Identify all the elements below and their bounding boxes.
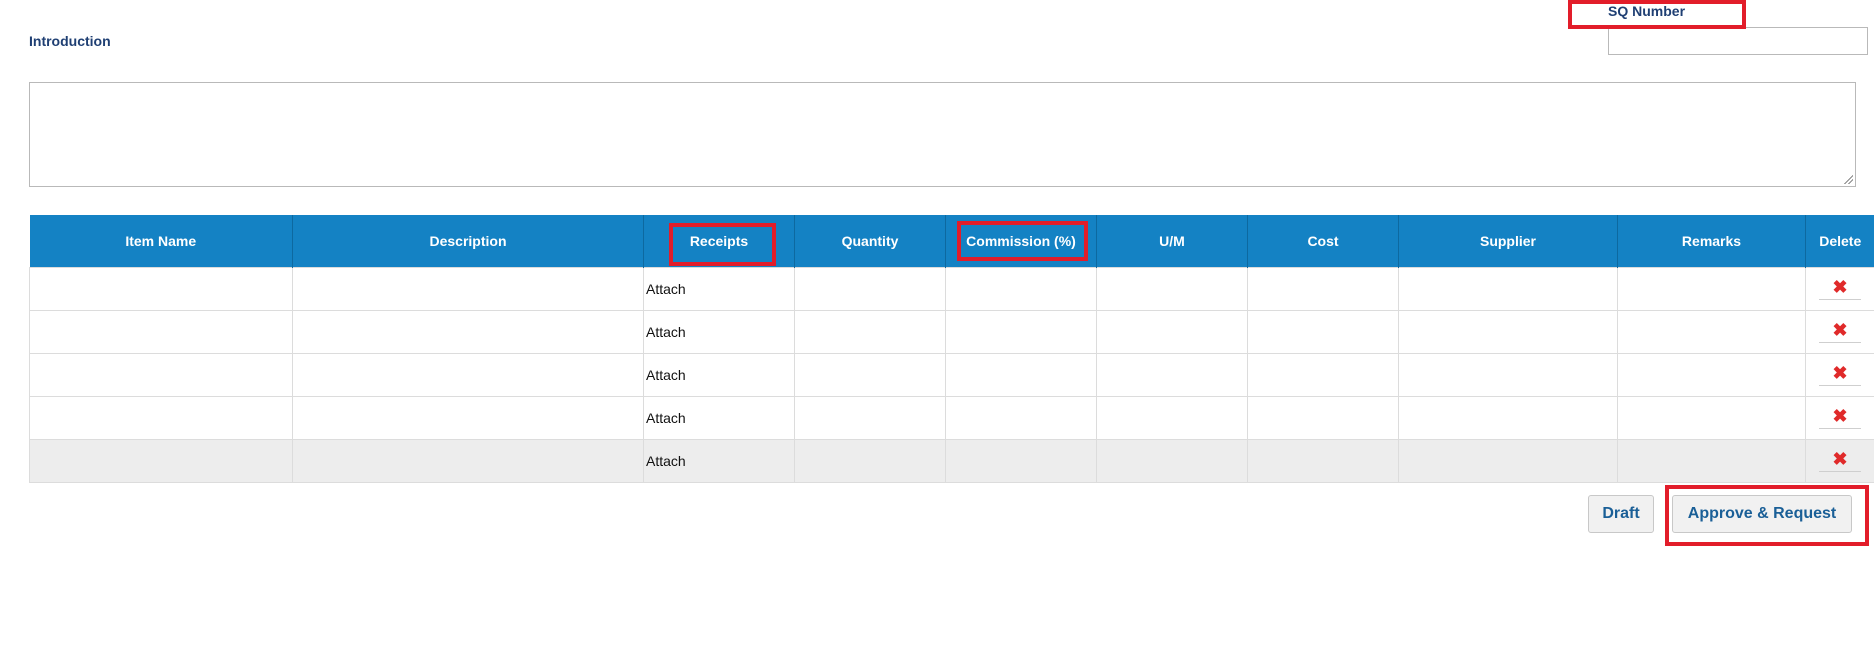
header-item-name: Item Name — [29, 215, 293, 268]
delete-cell: ✖ — [1805, 439, 1874, 483]
close-icon[interactable]: ✖ — [1819, 321, 1861, 343]
header-commission: Commission (%) — [945, 215, 1097, 268]
introduction-label: Introduction — [29, 33, 111, 49]
delete-cell: ✖ — [1805, 310, 1874, 354]
close-icon[interactable]: ✖ — [1819, 450, 1861, 472]
item-name-cell[interactable] — [29, 396, 293, 440]
item-name-cell[interactable] — [29, 353, 293, 397]
supplier-cell[interactable] — [1398, 353, 1618, 397]
um-cell[interactable] — [1096, 353, 1248, 397]
cost-cell[interactable] — [1247, 353, 1399, 397]
close-icon[interactable]: ✖ — [1819, 407, 1861, 429]
description-cell[interactable] — [292, 439, 644, 483]
remarks-cell[interactable] — [1617, 267, 1806, 311]
attach-link[interactable]: Attach — [643, 267, 795, 311]
remarks-cell[interactable] — [1617, 353, 1806, 397]
header-quantity: Quantity — [794, 215, 946, 268]
table-row: Attach ✖ — [29, 267, 1874, 311]
remarks-cell[interactable] — [1617, 310, 1806, 354]
remarks-cell[interactable] — [1617, 439, 1806, 483]
attach-link[interactable]: Attach — [643, 353, 795, 397]
table-row: Attach ✖ — [29, 439, 1874, 483]
header-supplier: Supplier — [1398, 215, 1618, 268]
header-remarks: Remarks — [1617, 215, 1806, 268]
attach-link[interactable]: Attach — [643, 310, 795, 354]
quantity-cell[interactable] — [794, 439, 946, 483]
close-icon[interactable]: ✖ — [1819, 364, 1861, 386]
introduction-textarea[interactable] — [29, 82, 1856, 187]
um-cell[interactable] — [1096, 439, 1248, 483]
header-cost: Cost — [1247, 215, 1399, 268]
supplier-cell[interactable] — [1398, 267, 1618, 311]
header-delete: Delete — [1805, 215, 1874, 268]
cost-cell[interactable] — [1247, 310, 1399, 354]
um-cell[interactable] — [1096, 396, 1248, 440]
header-description: Description — [292, 215, 644, 268]
attach-link[interactable]: Attach — [643, 439, 795, 483]
draft-button[interactable]: Draft — [1588, 495, 1654, 533]
attach-link[interactable]: Attach — [643, 396, 795, 440]
description-cell[interactable] — [292, 353, 644, 397]
cost-cell[interactable] — [1247, 396, 1399, 440]
delete-cell: ✖ — [1805, 267, 1874, 311]
commission-cell[interactable] — [945, 310, 1097, 354]
quantity-cell[interactable] — [794, 267, 946, 311]
table-row: Attach ✖ — [29, 396, 1874, 440]
um-cell[interactable] — [1096, 267, 1248, 311]
item-name-cell[interactable] — [29, 439, 293, 483]
header-um: U/M — [1096, 215, 1248, 268]
sq-number-input[interactable] — [1608, 27, 1868, 55]
remarks-cell[interactable] — [1617, 396, 1806, 440]
commission-cell[interactable] — [945, 439, 1097, 483]
description-cell[interactable] — [292, 310, 644, 354]
resize-grip-icon[interactable] — [1843, 174, 1853, 184]
commission-cell[interactable] — [945, 396, 1097, 440]
supplier-cell[interactable] — [1398, 396, 1618, 440]
description-cell[interactable] — [292, 396, 644, 440]
supplier-cell[interactable] — [1398, 439, 1618, 483]
quantity-cell[interactable] — [794, 396, 946, 440]
supplier-cell[interactable] — [1398, 310, 1618, 354]
table-header-row: Item Name Description Receipts Quantity … — [29, 215, 1874, 268]
commission-cell[interactable] — [945, 267, 1097, 311]
quantity-cell[interactable] — [794, 353, 946, 397]
commission-cell[interactable] — [945, 353, 1097, 397]
table-row: Attach ✖ — [29, 353, 1874, 397]
sq-number-label: SQ Number — [1608, 3, 1686, 19]
quantity-cell[interactable] — [794, 310, 946, 354]
um-cell[interactable] — [1096, 310, 1248, 354]
item-name-cell[interactable] — [29, 310, 293, 354]
items-table: Item Name Description Receipts Quantity … — [29, 215, 1874, 483]
cost-cell[interactable] — [1247, 267, 1399, 311]
table-row: Attach ✖ — [29, 310, 1874, 354]
cost-cell[interactable] — [1247, 439, 1399, 483]
item-name-cell[interactable] — [29, 267, 293, 311]
header-receipts: Receipts — [643, 215, 795, 268]
delete-cell: ✖ — [1805, 353, 1874, 397]
description-cell[interactable] — [292, 267, 644, 311]
approve-request-button[interactable]: Approve & Request — [1672, 495, 1852, 533]
delete-cell: ✖ — [1805, 396, 1874, 440]
close-icon[interactable]: ✖ — [1819, 278, 1861, 300]
